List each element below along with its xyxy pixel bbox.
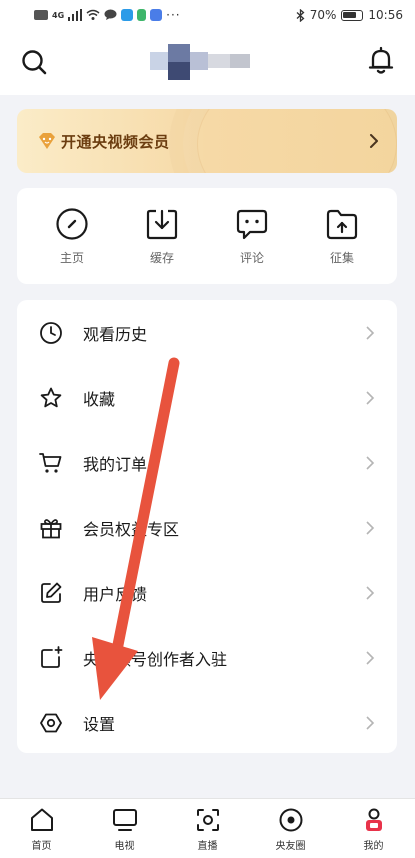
tab-label: 电视 [114, 841, 135, 852]
cart-icon [39, 452, 62, 473]
compass-icon [56, 207, 88, 240]
tab-label: 首页 [31, 841, 52, 852]
vip-diamond-icon [39, 133, 55, 149]
signal-4g-icon: 4G [52, 10, 65, 20]
quick-collect[interactable]: 征集 [307, 207, 377, 266]
tab-live[interactable]: 直播 [173, 799, 243, 858]
status-icons: 4G ··· [34, 8, 181, 22]
menu-item-orders[interactable]: 我的订单 [17, 430, 397, 495]
home-icon [30, 808, 53, 831]
bottom-tab-bar: 首页 电视 直播 央友圈 我的 [0, 798, 415, 858]
message-icon [104, 9, 117, 20]
menu-label: 收藏 [83, 389, 116, 409]
menu-label: 观看历史 [83, 324, 148, 344]
menu-item-settings[interactable]: 设置 [17, 690, 397, 755]
menu-label: 用户反馈 [83, 584, 148, 604]
circle-icon [279, 808, 302, 832]
quick-label: 缓存 [149, 250, 174, 265]
tab-label: 央友圈 [275, 841, 306, 852]
battery-percent: 70% [309, 8, 337, 22]
menu-item-watch-history[interactable]: 观看历史 [17, 300, 397, 365]
menu-label: 会员权益专区 [83, 519, 180, 539]
banner-decoration [197, 109, 397, 173]
quick-label: 评论 [239, 250, 264, 265]
menu-item-creator[interactable]: 央视频号创作者入驻 [17, 625, 397, 690]
menu-item-feedback[interactable]: 用户反馈 [17, 560, 397, 625]
signal-icon [68, 9, 83, 21]
status-bar: 4G ··· 70% 10:56 [0, 0, 415, 30]
creator-icon [41, 645, 63, 668]
app-q-icon [121, 9, 134, 21]
clock-icon [40, 321, 62, 344]
clock-time: 10:56 [368, 8, 403, 22]
battery-icon [341, 9, 364, 21]
quick-cache[interactable]: 缓存 [127, 207, 197, 266]
app-blue-icon [150, 9, 163, 21]
profile-icon [365, 808, 382, 831]
bluetooth-icon [296, 8, 305, 22]
edit-icon [41, 582, 62, 603]
menu-label: 设置 [83, 714, 116, 734]
comment-icon [236, 209, 268, 239]
gift-icon [40, 518, 62, 538]
menu-label: 央视频号创作者入驻 [83, 649, 228, 669]
chevron-right-icon [366, 650, 375, 665]
chevron-right-icon [366, 520, 375, 535]
tab-mine[interactable]: 我的 [339, 799, 409, 858]
quick-homepage[interactable]: 主页 [37, 207, 107, 266]
tab-home[interactable]: 首页 [7, 799, 77, 858]
star-icon [40, 387, 62, 407]
menu-item-favorites[interactable]: 收藏 [17, 365, 397, 430]
search-icon[interactable] [20, 48, 48, 76]
bell-icon[interactable] [367, 46, 395, 76]
vip-banner[interactable]: 开通央视频会员 [17, 109, 397, 173]
quick-actions: 主页 缓存 评论 征集 [17, 188, 397, 284]
tab-label: 我的 [363, 841, 384, 852]
quick-label: 征集 [329, 250, 354, 265]
vip-label: 开通央视频会员 [61, 132, 170, 151]
folder-upload-icon [326, 209, 358, 239]
settings-icon [40, 713, 62, 732]
tv-icon [112, 809, 137, 831]
menu-label: 我的订单 [83, 454, 148, 474]
quick-comments[interactable]: 评论 [217, 207, 287, 266]
avatar-blurred[interactable] [150, 44, 265, 80]
menu-item-member-benefits[interactable]: 会员权益专区 [17, 495, 397, 560]
menu-list: 观看历史 收藏 我的订单 会员权益专区 用户反馈 央视频号创作者入驻 设置 [17, 300, 397, 753]
hd-icon [34, 10, 48, 20]
chevron-right-icon [366, 455, 375, 470]
wifi-icon [86, 9, 100, 20]
tab-circle[interactable]: 央友圈 [256, 799, 326, 858]
tab-label: 直播 [197, 841, 218, 852]
more-dots-icon: ··· [166, 8, 181, 22]
chevron-right-icon [366, 715, 375, 730]
status-right: 70% 10:56 [296, 8, 403, 22]
download-icon [146, 209, 178, 239]
quick-label: 主页 [59, 250, 84, 265]
chevron-right-icon [366, 585, 375, 600]
tab-tv[interactable]: 电视 [90, 799, 160, 858]
chevron-right-icon [366, 390, 375, 405]
chevron-right-icon [366, 325, 375, 340]
app-green-icon [137, 9, 147, 21]
top-bar [0, 30, 415, 95]
live-icon [196, 809, 219, 831]
